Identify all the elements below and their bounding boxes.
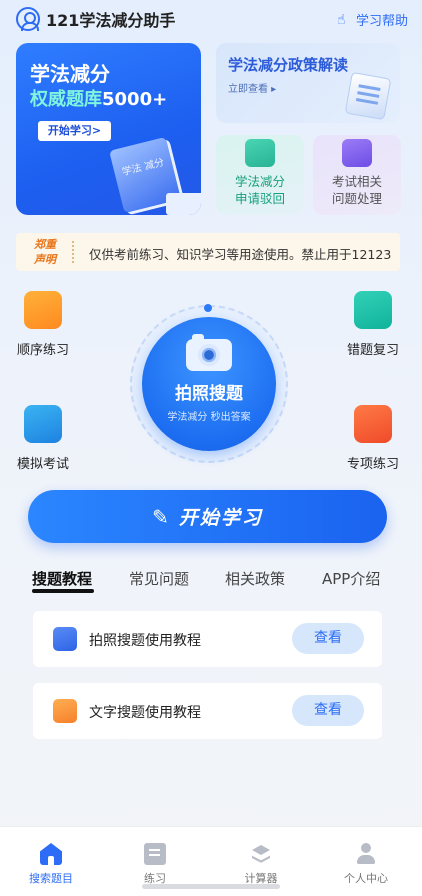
- mock-exam-label: 模拟考试: [16, 457, 69, 472]
- nav-profile[interactable]: 个人中心: [326, 827, 406, 886]
- id-card-icon: [53, 627, 77, 651]
- appeal-label-line1: 学法减分: [234, 174, 285, 189]
- banner-subtitle-highlight: 权威题库: [30, 89, 102, 110]
- appeal-label-line2: 申请驳回: [234, 191, 285, 206]
- notice-text: 仅供考前练习、知识学习等用途使用。禁止用于12123: [89, 247, 392, 262]
- help-link[interactable]: ☝ 学习帮助: [336, 10, 408, 30]
- nav-search[interactable]: 搜索题目: [11, 827, 91, 886]
- folder-icon: [245, 139, 275, 167]
- question-bank-banner[interactable]: 学法减分 权威题库5000+ 开始学习> 学法 减分: [16, 43, 201, 215]
- app-title: 121学法减分助手: [46, 11, 176, 30]
- sequential-practice-label: 顺序练习: [16, 343, 69, 358]
- photo-tutorial-card[interactable]: 拍照搜题使用教程 查看: [33, 611, 382, 667]
- nav-profile-label: 个人中心: [344, 872, 388, 885]
- pen-icon: ✎: [152, 504, 169, 529]
- active-tab-underline: [32, 589, 94, 593]
- topic-practice-label: 专项练习: [346, 457, 399, 472]
- notebook-icon: [354, 291, 392, 329]
- edit-note-icon: [144, 843, 166, 865]
- text-tutorial-label: 文字搜题使用教程: [89, 705, 201, 721]
- notice-tag: 郑重 声明: [16, 233, 74, 271]
- briefcase-question-icon: [53, 699, 77, 723]
- sequential-practice-button[interactable]: 顺序练习: [7, 291, 79, 358]
- photo-tutorial-view-button[interactable]: 查看: [292, 623, 364, 654]
- help-label: 学习帮助: [355, 14, 408, 29]
- photo-tutorial-label: 拍照搜题使用教程: [89, 633, 201, 649]
- camera-icon: [186, 334, 232, 371]
- banner-subtitle: 权威题库5000+: [30, 85, 167, 111]
- topic-practice-button[interactable]: 专项练习: [337, 405, 409, 472]
- tab-faq[interactable]: 常见问题: [129, 568, 189, 589]
- notice-bar: 郑重 声明 仅供考前练习、知识学习等用途使用。禁止用于12123: [16, 233, 400, 271]
- ring-dot: [204, 304, 212, 312]
- brand: 121学法减分助手: [16, 7, 175, 31]
- photo-search-button[interactable]: 拍照搜题 学法减分 秒出答案: [142, 317, 276, 451]
- tab-search-tutorial[interactable]: 搜题教程: [32, 568, 92, 589]
- nav-calculator[interactable]: 计算器: [221, 827, 301, 886]
- notice-tag-line2: 声明: [34, 253, 56, 266]
- photo-search-title: 拍照搜题: [175, 384, 243, 404]
- notice-tag-line1: 郑重: [34, 238, 56, 251]
- person-icon: [355, 843, 377, 865]
- appeal-card-label: 学法减分 申请驳回: [216, 173, 304, 207]
- text-tutorial-view-button[interactable]: 查看: [292, 695, 364, 726]
- policy-card[interactable]: 学法减分政策解读 立即查看 ▸: [216, 43, 400, 123]
- user-icon[interactable]: [16, 7, 40, 31]
- mock-exam-button[interactable]: 模拟考试: [7, 405, 79, 472]
- layers-icon: [250, 843, 272, 865]
- home-indicator: [142, 884, 280, 889]
- start-learning-button[interactable]: ✎ 开始学习: [28, 490, 387, 543]
- exam-label-line2: 问题处理: [331, 191, 382, 206]
- hand-pointer-icon: ☝: [336, 11, 346, 28]
- exam-label-line1: 考试相关: [331, 174, 382, 189]
- nav-search-label: 搜索题目: [29, 872, 73, 885]
- book-stack-illustration: [166, 193, 201, 215]
- pencil-icon: [24, 291, 62, 329]
- text-tutorial-card[interactable]: 文字搜题使用教程 查看: [33, 683, 382, 739]
- list-icon: [354, 405, 392, 443]
- policy-link[interactable]: 立即查看 ▸: [228, 80, 276, 95]
- banner-subtitle-count: 5000+: [102, 89, 168, 110]
- banner-start-button[interactable]: 开始学习>: [38, 121, 111, 141]
- exam-issues-card[interactable]: 考试相关 问题处理: [313, 135, 401, 215]
- app-header: 121学法减分助手 ☝ 学习帮助: [0, 0, 422, 40]
- home-icon: [40, 843, 62, 865]
- policy-title: 学法减分政策解读: [228, 56, 349, 74]
- nav-practice[interactable]: 练习: [115, 827, 195, 886]
- start-learning-label: 开始学习: [178, 507, 263, 529]
- banner-title: 学法减分: [30, 62, 110, 86]
- tab-app-intro[interactable]: APP介绍: [322, 568, 380, 589]
- wrong-review-label: 错题复习: [346, 343, 399, 358]
- document-icon: [342, 139, 372, 167]
- notebook-illustration: [344, 71, 392, 121]
- exam-paper-icon: [24, 405, 62, 443]
- appeal-card[interactable]: 学法减分 申请驳回: [216, 135, 304, 215]
- tab-policies[interactable]: 相关政策: [225, 568, 285, 589]
- exam-card-label: 考试相关 问题处理: [313, 173, 401, 207]
- wrong-review-button[interactable]: 错题复习: [337, 291, 409, 358]
- photo-search-subtitle: 学法减分 秒出答案: [167, 412, 251, 423]
